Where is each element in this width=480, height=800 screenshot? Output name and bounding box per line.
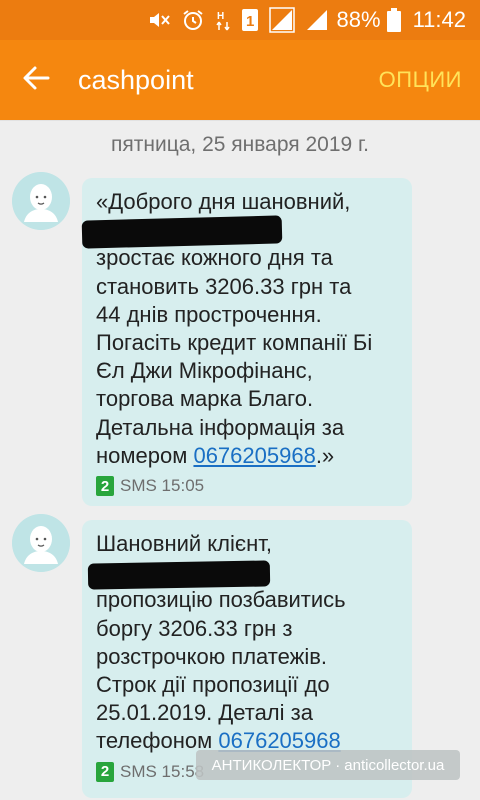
alarm-icon xyxy=(181,7,205,33)
sim-badge: 2 xyxy=(96,761,114,782)
sim-label: 1 xyxy=(246,13,254,30)
message-meta: 2 SMS 15:05 xyxy=(96,476,398,497)
watermark-left: АНТИКОЛЕКТОР xyxy=(211,756,332,774)
phone-link[interactable]: 0676205968 xyxy=(193,443,315,468)
sim-icon: 1 xyxy=(241,7,259,33)
divider xyxy=(0,120,480,121)
sim-badge: 2 xyxy=(96,476,114,497)
signal-icon xyxy=(305,7,329,33)
mute-icon xyxy=(147,7,171,33)
message-tail: .» xyxy=(315,442,335,468)
message-text: «Доброго дня шановний, Ваш БОРГ зростає … xyxy=(81,188,398,470)
status-bar: H 1 88% 11:42 xyxy=(0,0,480,40)
avatar[interactable] xyxy=(12,514,70,572)
app-bar: cashpoint ОПЦИИ xyxy=(0,40,480,120)
svg-text:H: H xyxy=(217,11,224,22)
watermark: АНТИКОЛЕКТОР · anticollector.ua xyxy=(196,750,460,780)
message-bubble[interactable]: «Доброго дня шановний, Ваш БОРГ зростає … xyxy=(81,178,412,506)
message-text: Шановний клієнт, маємо пропозицію позбав… xyxy=(87,530,398,756)
date-separator: пятница, 25 января 2019 г. xyxy=(111,133,369,156)
back-arrow-icon xyxy=(22,64,50,97)
watermark-separator: · xyxy=(335,756,341,774)
signal-icon xyxy=(268,7,295,33)
back-button[interactable] xyxy=(0,40,72,120)
network-icon: H xyxy=(215,7,231,33)
person-icon xyxy=(12,172,70,230)
battery-icon xyxy=(386,7,401,33)
avatar[interactable] xyxy=(12,172,70,230)
options-button[interactable]: ОПЦИИ xyxy=(379,67,462,93)
person-icon xyxy=(12,514,70,572)
message-time: SMS 15:58 xyxy=(120,761,205,781)
redaction-scribble xyxy=(87,560,271,590)
message-time: SMS 15:05 xyxy=(120,476,205,496)
battery-percent: 88% xyxy=(336,7,381,32)
clock: 11:42 xyxy=(412,7,466,32)
watermark-right: anticollector.ua xyxy=(344,756,445,774)
redaction-scribble xyxy=(81,215,283,249)
conversation-title: cashpoint xyxy=(78,64,194,95)
